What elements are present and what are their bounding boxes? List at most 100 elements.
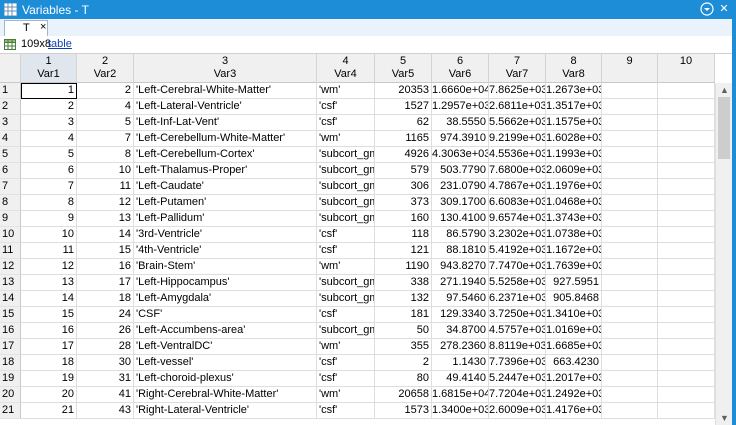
table-cell[interactable]: 1573 (375, 403, 432, 419)
table-cell[interactable]: 34.8700 (432, 323, 489, 339)
table-cell[interactable]: 'Left-vessel' (134, 355, 317, 371)
table-cell[interactable] (658, 227, 715, 243)
table-cell[interactable]: 'subcort_gm' (317, 291, 375, 307)
table-cell[interactable]: 1.2957e+03 (432, 99, 489, 115)
table-cell[interactable]: 8 (77, 147, 134, 163)
table-cell[interactable] (602, 179, 658, 195)
table-cell[interactable]: 12 (77, 195, 134, 211)
close-window-icon[interactable]: ✕ (717, 2, 731, 16)
table-cell[interactable]: 1.4176e+03 (546, 403, 602, 419)
table-cell[interactable]: 1.1976e+03 (546, 179, 602, 195)
table-cell[interactable]: 7 (77, 131, 134, 147)
table-cell[interactable]: 'wm' (317, 387, 375, 403)
column-header-4[interactable]: 4 Var4 (317, 54, 375, 83)
table-cell[interactable]: 'Left-VentralDC' (134, 339, 317, 355)
table-cell[interactable]: 'csf' (317, 99, 375, 115)
table-cell[interactable]: 974.3910 (432, 131, 489, 147)
table-cell[interactable]: 927.5951 (546, 275, 602, 291)
table-cell[interactable] (658, 259, 715, 275)
table-cell[interactable]: 'subcort_gm' (317, 147, 375, 163)
table-cell[interactable]: 50 (375, 323, 432, 339)
table-cell[interactable]: 86.5790 (432, 227, 489, 243)
table-cell[interactable]: 'csf' (317, 371, 375, 387)
table-cell[interactable] (602, 259, 658, 275)
table-cell[interactable]: 118 (375, 227, 432, 243)
table-cell[interactable]: '4th-Ventricle' (134, 243, 317, 259)
table-cell[interactable]: 30 (77, 355, 134, 371)
table-cell[interactable]: 11 (21, 243, 77, 259)
table-cell[interactable]: 16 (21, 323, 77, 339)
column-header-1[interactable]: 1 Var1 (21, 54, 77, 83)
table-cell[interactable]: 13 (77, 211, 134, 227)
table-cell[interactable] (658, 179, 715, 195)
row-header[interactable]: 2 (0, 99, 21, 115)
table-cell[interactable]: 7.7396e+03 (489, 355, 546, 371)
table-cell[interactable]: 7.7470e+03 (489, 259, 546, 275)
table-cell[interactable] (658, 83, 715, 99)
column-header-8[interactable]: 8 Var8 (546, 54, 602, 83)
table-cell[interactable]: 9.2199e+03 (489, 131, 546, 147)
column-header-6[interactable]: 6 Var6 (432, 54, 489, 83)
table-cell[interactable] (602, 323, 658, 339)
table-cell[interactable]: 5 (77, 115, 134, 131)
table-cell[interactable] (602, 83, 658, 99)
table-cell[interactable]: 14 (77, 227, 134, 243)
table-cell[interactable]: 17 (21, 339, 77, 355)
table-cell[interactable]: 'Left-Cerebellum-Cortex' (134, 147, 317, 163)
table-cell[interactable]: 'Left-choroid-plexus' (134, 371, 317, 387)
options-menu-icon[interactable] (700, 2, 714, 16)
table-cell[interactable]: 26 (77, 323, 134, 339)
table-cell[interactable]: 80 (375, 371, 432, 387)
table-cell[interactable]: 160 (375, 211, 432, 227)
table-cell[interactable]: 'csf' (317, 403, 375, 419)
table-cell[interactable] (658, 355, 715, 371)
table-cell[interactable]: 49.4140 (432, 371, 489, 387)
table-cell[interactable] (658, 275, 715, 291)
table-cell[interactable]: 7.6800e+03 (489, 163, 546, 179)
table-cell[interactable]: 271.1940 (432, 275, 489, 291)
table-cell[interactable]: 2.6811e+03 (489, 99, 546, 115)
table-cell[interactable] (658, 147, 715, 163)
table-cell[interactable] (602, 307, 658, 323)
table-cell[interactable]: 8 (21, 195, 77, 211)
table-cell[interactable] (658, 323, 715, 339)
table-cell[interactable]: 1.1672e+03 (546, 243, 602, 259)
table-cell[interactable]: 663.4230 (546, 355, 602, 371)
table-cell[interactable]: 'Left-Amygdala' (134, 291, 317, 307)
table-cell[interactable]: 2 (77, 83, 134, 99)
table-cell[interactable]: 1.3400e+03 (432, 403, 489, 419)
table-cell[interactable] (602, 147, 658, 163)
row-header[interactable]: 10 (0, 227, 21, 243)
table-cell[interactable]: 1.2492e+03 (546, 387, 602, 403)
table-cell[interactable]: 'CSF' (134, 307, 317, 323)
table-cell[interactable]: 'Left-Cerebral-White-Matter' (134, 83, 317, 99)
table-cell[interactable]: 1.1993e+03 (546, 147, 602, 163)
table-cell[interactable]: 1.3410e+03 (546, 307, 602, 323)
table-cell[interactable]: 'wm' (317, 131, 375, 147)
table-cell[interactable]: 'csf' (317, 243, 375, 259)
table-cell[interactable]: 31 (77, 371, 134, 387)
table-cell[interactable] (658, 99, 715, 115)
table-cell[interactable]: 14 (21, 291, 77, 307)
table-cell[interactable]: 'Left-Cerebellum-White-Matter' (134, 131, 317, 147)
table-cell[interactable]: 'Left-Caudate' (134, 179, 317, 195)
table-cell[interactable]: 181 (375, 307, 432, 323)
table-cell[interactable]: 20353 (375, 83, 432, 99)
table-cell[interactable]: 'csf' (317, 227, 375, 243)
table-cell[interactable]: 'Right-Lateral-Ventricle' (134, 403, 317, 419)
table-cell[interactable]: 17 (77, 275, 134, 291)
table-cell[interactable]: 2 (21, 99, 77, 115)
table-cell[interactable]: 'csf' (317, 307, 375, 323)
table-cell[interactable]: 5.5258e+03 (489, 275, 546, 291)
table-cell[interactable] (658, 403, 715, 419)
table-cell[interactable]: 4.5757e+03 (489, 323, 546, 339)
table-cell[interactable]: 1.0468e+03 (546, 195, 602, 211)
row-header[interactable]: 1 (0, 83, 21, 99)
table-cell[interactable] (658, 339, 715, 355)
table-cell[interactable] (602, 355, 658, 371)
table-cell[interactable]: 2 (375, 355, 432, 371)
table-cell[interactable]: 20 (21, 387, 77, 403)
table-cell[interactable]: 1190 (375, 259, 432, 275)
table-cell[interactable]: 4 (77, 99, 134, 115)
table-cell[interactable]: 62 (375, 115, 432, 131)
